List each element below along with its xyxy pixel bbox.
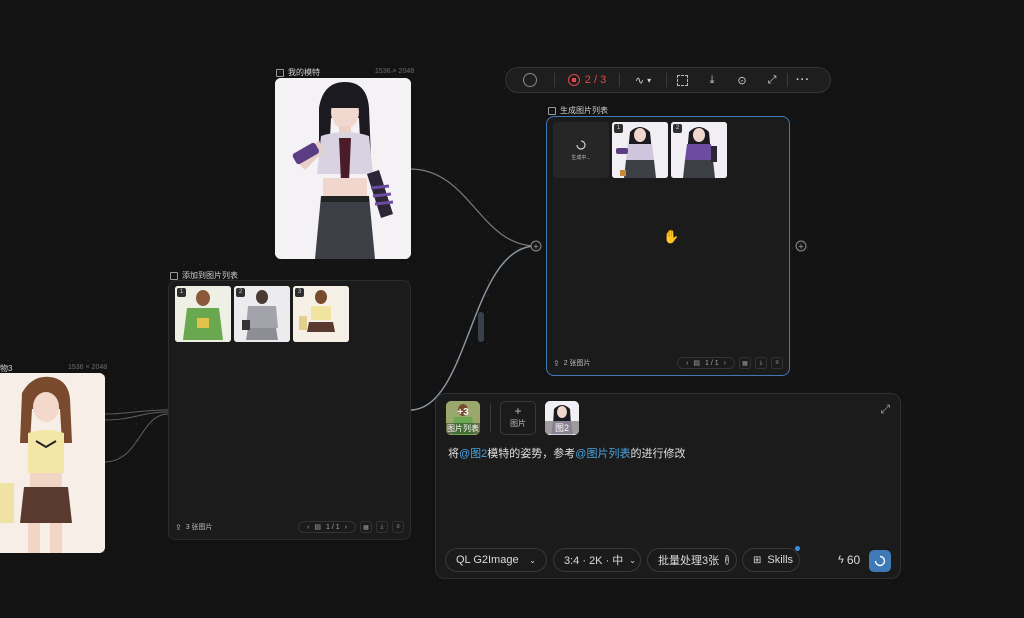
camera-icon: ⊙ xyxy=(737,74,747,87)
add-list-pager[interactable]: ‹ ▤ 1 / 1 › xyxy=(298,521,356,533)
model-figure-illustration xyxy=(275,78,411,259)
select-frame-button[interactable] xyxy=(667,67,697,93)
more-icon: ··· xyxy=(796,74,810,86)
frame-icon xyxy=(676,74,688,86)
expand-button[interactable]: ⤢ xyxy=(757,67,787,93)
page-icon: ▤ xyxy=(314,524,322,531)
curve-icon: ∿ xyxy=(634,74,645,87)
run-count: 2 / 3 xyxy=(584,74,607,86)
loading-spinner-icon xyxy=(874,555,886,567)
grid-view-icon[interactable]: ▦ xyxy=(360,521,372,533)
chip-divider xyxy=(490,404,491,432)
list-thumb-2[interactable]: 2 xyxy=(234,286,290,342)
list-node-icon xyxy=(170,271,178,280)
chevron-down-icon: ⌄ xyxy=(629,555,636,565)
circle-icon xyxy=(523,73,537,87)
prompt-textarea[interactable]: 将@图2模特的姿势，参考@图片列表的进行修改 xyxy=(448,446,888,462)
info-icon: i xyxy=(725,555,729,565)
gen-output-port xyxy=(795,240,807,252)
download-icon[interactable]: ⤓ xyxy=(755,357,767,369)
chevron-down-icon: ⌄ xyxy=(529,555,536,565)
notification-dot xyxy=(795,546,800,551)
node-toolbar: 2 / 3 ∿ ▾ ⤓ ⊙ ⤢ ··· xyxy=(505,67,831,93)
add-list-panel[interactable]: 1 2 3 ⇪ 3 张图片 ‹ ▤ 1 / 1 › ▦ ⤓ ≡ xyxy=(168,280,411,540)
wire-list-to-gen xyxy=(409,245,537,411)
svg-text:+: + xyxy=(534,242,539,251)
chevron-left-icon[interactable]: ‹ xyxy=(686,360,688,367)
add-list-footer: ⇪ 3 张图片 ‹ ▤ 1 / 1 › ▦ ⤓ ≡ xyxy=(175,520,404,534)
list-node-icon xyxy=(548,106,556,115)
list-thumb-1[interactable]: 1 xyxy=(175,286,231,342)
menu-icon[interactable]: ≡ xyxy=(771,357,783,369)
image-list-chip[interactable]: +3 图片列表 xyxy=(446,401,480,435)
lightning-icon: ϟ xyxy=(838,554,844,566)
chevron-right-icon[interactable]: › xyxy=(724,360,726,367)
model-select[interactable]: QL G2Image ⌄ xyxy=(445,548,547,572)
gen-thumb-1[interactable]: 1 xyxy=(612,122,668,178)
clothing-model-illustration xyxy=(0,373,105,553)
wire-model-to-gen xyxy=(409,168,537,247)
screenshot-button[interactable]: ⊙ xyxy=(727,67,757,93)
chevron-right-icon[interactable]: › xyxy=(345,524,347,531)
model-node-dims: 1536 × 2048 xyxy=(375,68,415,75)
batch-process-button[interactable]: 批量处理3张 i xyxy=(647,548,737,572)
model-node-title[interactable]: 我的模特 xyxy=(276,67,320,78)
grid-view-icon[interactable]: ▦ xyxy=(739,357,751,369)
gen-list-footer: ⇪ 2 张图片 ‹ ▤ 1 / 1 › ▦ ⤓ ≡ xyxy=(553,356,783,370)
menu-icon[interactable]: ≡ xyxy=(392,521,404,533)
credits: ϟ 60 xyxy=(838,553,861,567)
svg-text:+: + xyxy=(799,242,804,251)
gen-list-pager[interactable]: ‹ ▤ 1 / 1 › xyxy=(677,357,735,369)
left-photo[interactable] xyxy=(0,373,105,553)
wire-left-b xyxy=(103,411,169,421)
download-button[interactable]: ⤓ xyxy=(697,67,727,93)
expand-icon: ⤢ xyxy=(767,73,777,86)
download-icon[interactable]: ⤓ xyxy=(376,521,388,533)
upload-icon[interactable]: ⇪ xyxy=(175,523,182,532)
add-image-chip[interactable]: + 图片 xyxy=(500,401,536,435)
page-icon: ▤ xyxy=(693,360,701,367)
wire-bundle-handle xyxy=(478,312,484,342)
prompt-panel: +3 图片列表 + 图片 图2 ⤢ 将@图2模特的姿势，参考@图片列表的进行修改… xyxy=(435,393,901,579)
expand-icon[interactable]: ⤢ xyxy=(880,402,890,417)
circle-tool-button[interactable] xyxy=(506,67,554,93)
chevron-down-icon: ▾ xyxy=(647,75,652,85)
add-list-count: 3 张图片 xyxy=(185,524,213,531)
skills-button[interactable]: ⊞ Skills xyxy=(742,546,800,572)
connector-style-button[interactable]: ∿ ▾ xyxy=(620,67,666,93)
chevron-left-icon[interactable]: ‹ xyxy=(307,524,309,531)
mention-image2[interactable]: @图2 xyxy=(459,448,487,460)
image-node-icon xyxy=(276,68,284,77)
generating-placeholder: 生成中... xyxy=(553,122,609,178)
gen-input-port xyxy=(530,240,542,252)
hand-cursor-icon: ✋ xyxy=(663,229,680,244)
image2-chip[interactable]: 图2 xyxy=(545,401,579,435)
generate-button[interactable] xyxy=(869,550,891,572)
list-thumb-3[interactable]: 3 xyxy=(293,286,349,342)
download-box-icon: ⤓ xyxy=(709,73,715,86)
mention-image-list[interactable]: @图片列表 xyxy=(575,448,630,460)
gen-list-panel[interactable]: 生成中... 1 2 ✋ ⇪ 2 张图片 ‹ ▤ 1 / 1 › ▦ ⤓ ≡ xyxy=(546,116,790,376)
ratio-select[interactable]: 3:4 · 2K · 中 ⌄ xyxy=(553,548,641,572)
plus-icon: + xyxy=(514,404,522,418)
stop-icon xyxy=(567,74,580,86)
upload-icon[interactable]: ⇪ xyxy=(553,359,560,368)
gen-thumb-2[interactable]: 2 xyxy=(671,122,727,178)
grid-icon: ⊞ xyxy=(753,554,762,566)
gen-list-node-title[interactable]: 生成图片列表 xyxy=(548,105,608,116)
gen-list-count: 2 张图片 xyxy=(563,360,591,367)
more-button[interactable]: ··· xyxy=(788,67,818,93)
wire-left-c xyxy=(103,413,169,463)
loading-spinner-icon xyxy=(576,139,586,150)
left-node-dims: 1536 × 2048 xyxy=(68,364,108,371)
model-photo[interactable] xyxy=(275,78,411,259)
run-progress-button[interactable]: 2 / 3 xyxy=(555,67,619,93)
wire-left-a xyxy=(103,409,169,415)
